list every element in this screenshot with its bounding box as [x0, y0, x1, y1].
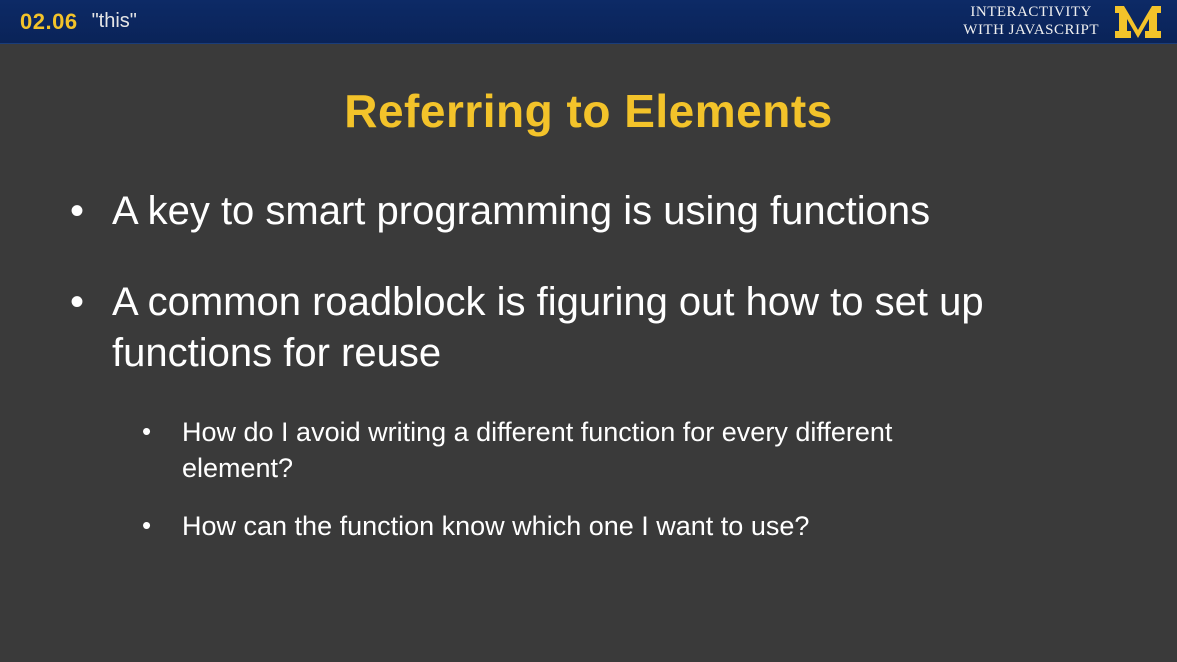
bullet-text: A key to smart programming is using func…	[112, 189, 930, 233]
slide-content: Referring to Elements A key to smart pro…	[0, 44, 1177, 615]
lesson-title: "this"	[92, 10, 137, 33]
michigan-logo-icon	[1115, 6, 1161, 38]
slide-title: Referring to Elements	[60, 84, 1117, 138]
bullet-item: A common roadblock is figuring out how t…	[112, 277, 1072, 545]
course-title-line2: WITH JAVASCRIPT	[963, 22, 1099, 40]
sub-bullet-list: How do I avoid writing a different funct…	[112, 414, 1072, 545]
bullet-item: A key to smart programming is using func…	[112, 186, 1072, 237]
course-title: INTERACTIVITY WITH JAVASCRIPT	[963, 4, 1099, 39]
sub-bullet-item: How do I avoid writing a different funct…	[182, 414, 1002, 487]
lesson-number: 02.06	[20, 9, 78, 35]
sub-bullet-item: How can the function know which one I wa…	[182, 508, 1002, 544]
topbar: 02.06 "this" INTERACTIVITY WITH JAVASCRI…	[0, 0, 1177, 44]
bullet-text: A common roadblock is figuring out how t…	[112, 280, 984, 375]
course-title-line1: INTERACTIVITY	[963, 4, 1099, 22]
bullet-list: A key to smart programming is using func…	[60, 186, 1117, 545]
